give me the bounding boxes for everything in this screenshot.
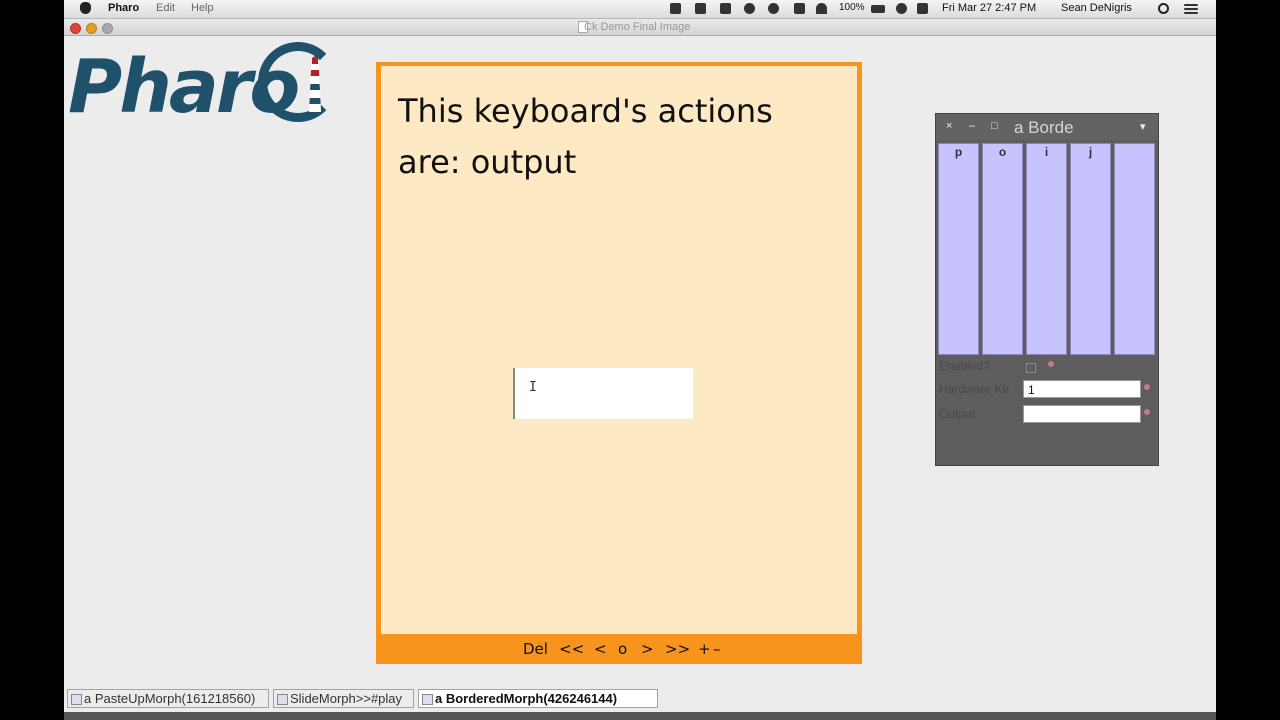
current-slide-button[interactable]: o [618, 640, 627, 658]
edit-menu[interactable]: Edit [156, 2, 175, 14]
slide-input-value: I [529, 380, 537, 395]
volume-icon[interactable] [917, 3, 928, 14]
key-label: i [1044, 145, 1049, 159]
add-slide-button[interactable]: + [698, 640, 711, 658]
accessibility-icon[interactable] [896, 3, 907, 14]
first-slide-button[interactable]: << [559, 640, 584, 658]
browser-icon [277, 694, 288, 705]
previous-slide-button[interactable]: < [594, 640, 607, 658]
hardware-pin-icon[interactable] [1144, 384, 1150, 390]
key-i[interactable]: i [1026, 143, 1067, 355]
notification-center-icon[interactable] [1184, 4, 1198, 6]
menubar: Pharo Edit Help 100% Fri Mar 27 2:47 PM … [64, 0, 1216, 19]
output-field[interactable] [1023, 405, 1141, 423]
apple-icon[interactable] [80, 2, 91, 14]
battery-icon[interactable] [871, 5, 885, 13]
user-name[interactable]: Sean DeNigris [1061, 2, 1132, 14]
key-blank[interactable] [1114, 143, 1155, 355]
enabled-label: Enabled? [939, 359, 990, 373]
key-label: o [998, 145, 1007, 159]
taskbar-item-slidemorph[interactable]: SlideMorph>>#play [273, 689, 414, 708]
key-label: j [1088, 145, 1093, 159]
menu-chevron-icon[interactable]: ▾ [1140, 120, 1146, 133]
sync-icon[interactable] [744, 3, 755, 14]
expand-icon[interactable]: □ [991, 120, 998, 132]
slide-morph[interactable]: This keyboard's actions are: output I De… [376, 62, 862, 664]
close-window-icon[interactable] [70, 23, 81, 34]
morph-icon [422, 694, 433, 705]
enabled-checkbox[interactable] [1026, 363, 1036, 373]
taskbar-item-label: a BorderedMorph(426246144) [435, 691, 618, 706]
clock[interactable]: Fri Mar 27 2:47 PM [942, 2, 1036, 14]
help-menu[interactable]: Help [191, 2, 214, 14]
minimize-window-icon[interactable] [86, 23, 97, 34]
screen: Pharo Edit Help 100% Fri Mar 27 2:47 PM … [64, 0, 1216, 720]
minimize-icon[interactable]: – [969, 120, 975, 132]
taskbar-item-label: a PasteUpMorph(161218560) [84, 691, 256, 706]
key-row: p o i j [938, 143, 1156, 355]
time-machine-icon[interactable] [768, 3, 779, 14]
pharo-logo: Pharo [68, 38, 358, 133]
taskbar-item-pasteupmorph[interactable]: a PasteUpMorph(161218560) [67, 689, 269, 708]
key-p[interactable]: p [938, 143, 979, 355]
key-label: p [954, 145, 963, 159]
close-icon[interactable]: × [946, 120, 952, 132]
spotlight-icon[interactable] [1158, 3, 1169, 14]
slide-nav-bar: Del << < o > >> + – [376, 636, 862, 664]
battery-level[interactable]: 100% [839, 2, 865, 13]
tools-icon[interactable] [695, 3, 706, 14]
output-label: Output [939, 407, 976, 421]
hardware-key-label: Hardware Ke [939, 382, 1010, 396]
last-slide-button[interactable]: >> [665, 640, 690, 658]
output-pin-icon[interactable] [1144, 409, 1150, 415]
keyboard-morph-titlebar[interactable]: × – □ a Borde ▾ [936, 114, 1158, 140]
morph-icon [71, 694, 82, 705]
keyboard-morph-title: a Borde [1014, 118, 1074, 137]
taskbar-item-borderedmorph[interactable]: a BorderedMorph(426246144) [418, 689, 658, 708]
enabled-pin-icon[interactable] [1048, 361, 1054, 367]
taskbar: a PasteUpMorph(161218560) SlideMorph>>#p… [64, 688, 1216, 712]
logo-ring [258, 42, 338, 122]
slide-text-input[interactable]: I [513, 368, 693, 419]
key-o[interactable]: o [982, 143, 1023, 355]
remove-slide-button[interactable]: – [713, 640, 721, 658]
slide-body: This keyboard's actions are: output I [381, 66, 857, 634]
next-slide-button[interactable]: > [641, 640, 654, 658]
window-titlebar: Ck Demo Final Image [64, 19, 1216, 36]
taskbar-item-label: SlideMorph>>#play [290, 691, 403, 706]
delete-slide-button[interactable]: Del [523, 640, 548, 658]
bottom-edge [64, 712, 1216, 720]
slide-text: This keyboard's actions are: output [398, 92, 773, 181]
window-title: Ck Demo Final Image [584, 21, 691, 33]
wifi-icon[interactable] [816, 3, 827, 14]
app-menu[interactable]: Pharo [108, 2, 139, 14]
hardware-key-field[interactable]: 1 [1023, 380, 1141, 398]
airplay-icon[interactable] [720, 3, 731, 14]
dropbox-icon[interactable] [670, 3, 681, 14]
keyboard-morph[interactable]: × – □ a Borde ▾ p o i j Enabled? Hardwar… [935, 113, 1159, 466]
key-j[interactable]: j [1070, 143, 1111, 355]
zoom-window-icon[interactable] [102, 23, 113, 34]
lighthouse-icon [309, 56, 321, 112]
bluetooth-icon[interactable] [794, 3, 805, 14]
